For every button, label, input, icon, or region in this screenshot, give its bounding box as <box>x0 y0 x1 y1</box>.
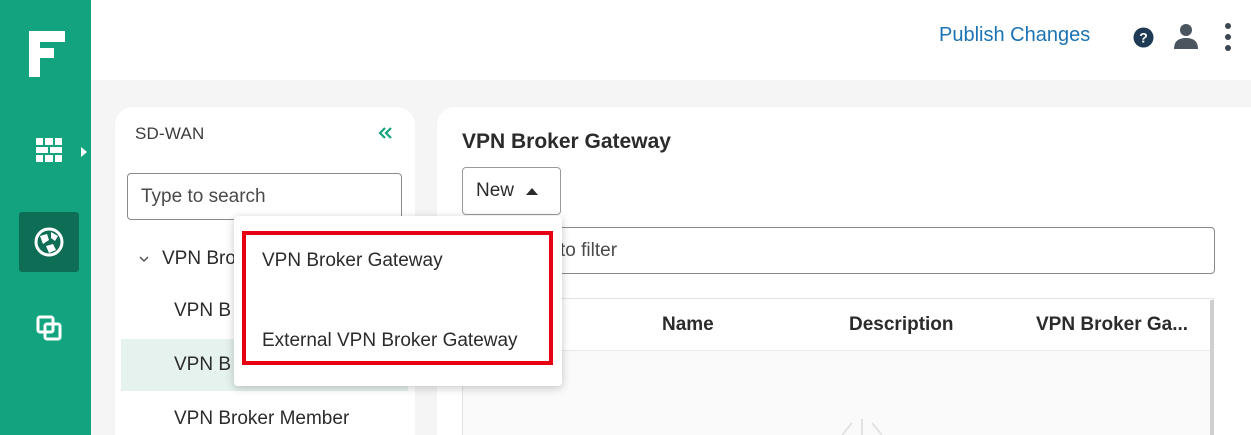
nav-group-label: VPN Bro <box>162 248 236 269</box>
chevron-down-icon <box>139 256 149 263</box>
column-header-description[interactable]: Description <box>849 314 954 336</box>
nav-item-vpn-broker-member[interactable]: VPN Broker Member <box>121 393 408 435</box>
column-header-gateway[interactable]: VPN Broker Ga... <box>1036 314 1188 336</box>
collapse-panel-icon[interactable] <box>376 124 394 142</box>
caret-up-icon <box>526 187 539 195</box>
top-bar: Publish Changes ? <box>91 0 1251 80</box>
page-title: VPN Broker Gateway <box>462 130 671 153</box>
rail-item-firewall[interactable] <box>19 120 79 180</box>
svg-text:?: ? <box>1139 30 1148 46</box>
new-button[interactable]: New <box>462 167 561 215</box>
app-rail <box>0 0 91 435</box>
nav-item-label: VPN B <box>174 300 232 321</box>
rail-expand-caret <box>81 147 87 157</box>
column-header-name[interactable]: Name <box>662 314 714 336</box>
publish-changes-link[interactable]: Publish Changes <box>939 24 1090 47</box>
menu-item-external-vpn-broker-gateway[interactable]: External VPN Broker Gateway <box>262 330 518 352</box>
user-icon[interactable] <box>1173 23 1199 49</box>
rail-item-objects[interactable] <box>19 298 79 358</box>
nav-heading: SD-WAN <box>135 124 205 143</box>
nav-item-label: VPN Broker Member <box>174 408 350 429</box>
nav-item-label: VPN B <box>174 354 232 375</box>
network-globe-icon <box>34 227 64 257</box>
more-options-icon[interactable] <box>1224 22 1232 52</box>
firewall-icon <box>36 138 62 162</box>
rail-item-network[interactable] <box>19 212 79 272</box>
new-button-label: New <box>476 180 515 201</box>
new-dropdown-menu <box>234 216 562 386</box>
grid-header: Name Description VPN Broker Ga... <box>463 299 1213 351</box>
empty-state-illustration-icon <box>841 419 883 435</box>
nav-group-vpn-broker[interactable]: VPN Bro <box>138 248 236 270</box>
copy-icon <box>36 315 62 341</box>
grid-scrollbar[interactable] <box>1210 300 1214 435</box>
nav-search-input[interactable] <box>127 173 402 220</box>
menu-item-vpn-broker-gateway[interactable]: VPN Broker Gateway <box>262 250 443 272</box>
help-icon[interactable]: ? <box>1133 27 1154 48</box>
brand-logo[interactable] <box>29 31 65 77</box>
filter-placeholder-text: to filter <box>560 240 618 261</box>
